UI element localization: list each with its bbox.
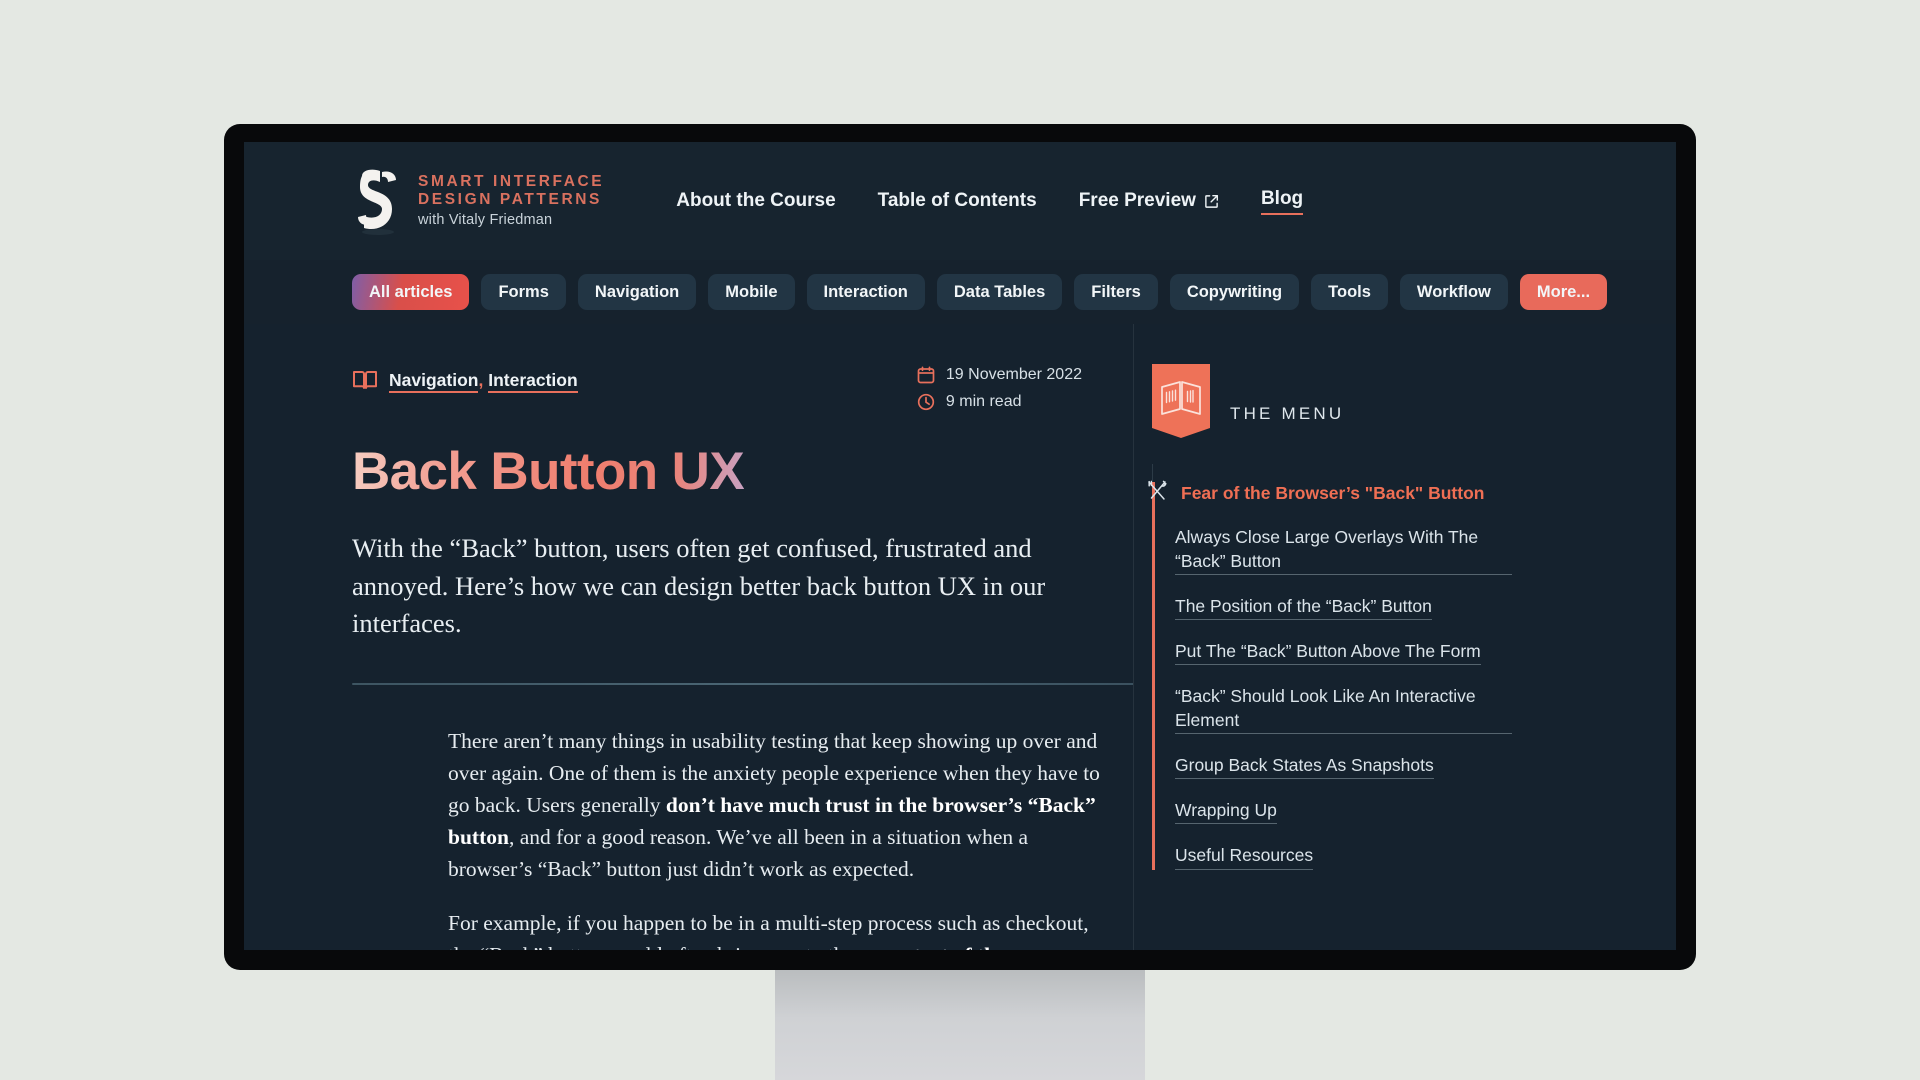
logo-author: with Vitaly Friedman	[418, 212, 553, 229]
screen: SMART INTERFACE DESIGN PATTERNS with Vit…	[244, 142, 1676, 950]
article-date-row: 19 November 2022	[917, 366, 1082, 384]
toc-link[interactable]: Wrapping Up	[1175, 799, 1277, 825]
page-title: Back Button UX	[352, 442, 745, 501]
article-stats: 19 November 2022 9 min read	[917, 366, 1082, 411]
article-read-time: 9 min read	[945, 393, 1022, 410]
nav-label: Free Preview	[1078, 190, 1196, 211]
category-pill-copywriting[interactable]: Copywriting	[1169, 274, 1300, 310]
article-tag-navigation[interactable]: Navigation	[389, 369, 479, 393]
nav-label: About the Course	[676, 190, 836, 211]
category-pill-filters[interactable]: Filters	[1074, 274, 1158, 310]
open-book-icon	[353, 371, 377, 389]
category-pill-mobile[interactable]: Mobile	[708, 274, 795, 310]
category-pill-workflow[interactable]: Workflow	[1399, 274, 1508, 310]
smart-interface-design-patterns-logo-icon	[352, 166, 404, 236]
nav-label: Blog	[1260, 187, 1304, 209]
article-meta-row: Navigation, Interaction 19 November 2022	[352, 366, 1134, 411]
category-filter-bar: All articles Forms Navigation Mobile Int…	[244, 260, 1676, 324]
toc-link[interactable]: “Back” Should Look Like An Interactive E…	[1175, 685, 1512, 734]
nav-link-about-the-course[interactable]: About the Course	[676, 190, 835, 212]
nav-link-blog[interactable]: Blog	[1260, 187, 1304, 215]
article-lede: With the “Back” button, users often get …	[352, 533, 1046, 639]
toc-list: Fear of the Browser’s "Back" Button Alwa…	[1148, 480, 1512, 870]
nav-label: Table of Contents	[877, 190, 1037, 211]
toc-link[interactable]: Put The “Back” Button Above The Form	[1175, 640, 1481, 666]
site-header: SMART INTERFACE DESIGN PATTERNS with Vit…	[244, 142, 1676, 260]
article-paragraph-1: There aren’t many things in usability te…	[448, 725, 1108, 885]
paragraph-emphasis: very start of the process	[859, 943, 1078, 950]
article-tags: Navigation, Interaction	[352, 366, 578, 393]
category-pill-more[interactable]: More...	[1519, 274, 1608, 310]
toc-item-current[interactable]: Fear of the Browser’s "Back" Button	[1148, 480, 1512, 506]
page-body: Navigation, Interaction 19 November 2022	[244, 324, 1676, 950]
article-paragraph-2: For example, if you happen to be in a mu…	[448, 907, 1108, 950]
toc-item[interactable]: Useful Resources	[1175, 844, 1512, 870]
tag-separator: ,	[478, 369, 484, 390]
main-navigation: About the Course Table of Contents Free …	[676, 187, 1304, 215]
category-pill-all-articles[interactable]: All articles	[352, 274, 470, 310]
category-pill-interaction[interactable]: Interaction	[806, 274, 925, 310]
toc-divider	[1152, 464, 1153, 482]
toc-link[interactable]: Fear of the Browser’s "Back" Button	[1181, 482, 1484, 506]
category-pill-forms[interactable]: Forms	[481, 274, 566, 310]
article-divider	[352, 683, 1134, 686]
calendar-icon	[917, 366, 935, 384]
menu-card-bookmark-icon	[1152, 364, 1210, 442]
toc-item[interactable]: The Position of the “Back” Button	[1175, 595, 1512, 621]
toc-link[interactable]: Always Close Large Overlays With The “Ba…	[1175, 526, 1512, 575]
site-logo[interactable]: SMART INTERFACE DESIGN PATTERNS with Vit…	[352, 166, 604, 236]
logo-line-2: DESIGN PATTERNS	[418, 190, 602, 208]
article-readtime-row: 9 min read	[917, 393, 1082, 411]
category-pill-data-tables[interactable]: Data Tables	[936, 274, 1063, 310]
logo-wordmark: SMART INTERFACE DESIGN PATTERNS with Vit…	[418, 173, 604, 230]
article-tag-interaction[interactable]: Interaction	[488, 369, 578, 393]
article-column: Navigation, Interaction 19 November 2022	[244, 324, 1134, 950]
external-link-icon	[1205, 194, 1218, 208]
toc-item[interactable]: “Back” Should Look Like An Interactive E…	[1175, 685, 1512, 734]
toc-item[interactable]: Always Close Large Overlays With The “Ba…	[1175, 526, 1512, 575]
menu-title: THE MENU	[1230, 404, 1345, 423]
nav-link-free-preview[interactable]: Free Preview	[1079, 190, 1219, 212]
toc-link[interactable]: The Position of the “Back” Button	[1175, 595, 1432, 621]
monitor-stand	[775, 968, 1145, 1080]
paragraph-text: , and for a good reason. We’ve all been …	[448, 825, 1029, 882]
article-body: There aren’t many things in usability te…	[448, 725, 1108, 950]
table-of-contents-sidebar: THE MENU Fear of the Browser’s "Back" Bu…	[1134, 324, 1676, 950]
article-date: 19 November 2022	[945, 366, 1082, 383]
clock-icon	[917, 393, 935, 411]
monitor-bezel: SMART INTERFACE DESIGN PATTERNS with Vit…	[224, 124, 1696, 970]
crossed-fork-knife-icon	[1148, 480, 1167, 500]
toc-item[interactable]: Wrapping Up	[1175, 799, 1512, 825]
nav-link-table-of-contents[interactable]: Table of Contents	[878, 190, 1037, 212]
menu-header: THE MENU	[1152, 358, 1676, 442]
toc-item[interactable]: Put The “Back” Button Above The Form	[1175, 640, 1512, 666]
toc-item[interactable]: Group Back States As Snapshots	[1175, 754, 1512, 780]
toc-link[interactable]: Useful Resources	[1175, 844, 1314, 870]
article-tag-list: Navigation, Interaction	[389, 369, 578, 393]
logo-line-1: SMART INTERFACE	[418, 172, 605, 190]
toc-link[interactable]: Group Back States As Snapshots	[1175, 754, 1434, 780]
category-pill-navigation[interactable]: Navigation	[577, 274, 697, 310]
category-pill-tools[interactable]: Tools	[1311, 274, 1388, 310]
